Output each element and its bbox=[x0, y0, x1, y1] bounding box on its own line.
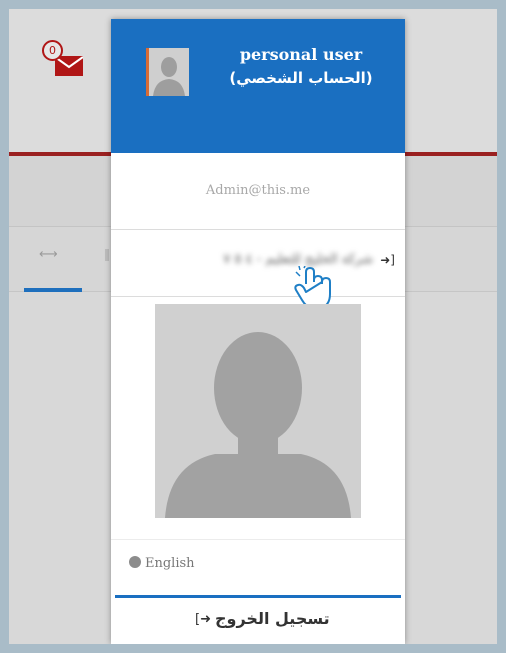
user-email: Admin@this.me bbox=[111, 153, 405, 230]
sign-in-icon: ➜] bbox=[380, 253, 395, 267]
language-switch[interactable]: English bbox=[129, 556, 195, 571]
account-type: (الحساب الشخصي) bbox=[229, 69, 373, 87]
user-menu-dropdown: personal user (الحساب الشخصي) Admin@this… bbox=[111, 19, 405, 644]
switch-account-item[interactable]: ➜] شركة الخليج للتعليم - ٤ ٥ ٧ bbox=[111, 230, 405, 297]
profile-picture[interactable] bbox=[155, 304, 361, 518]
logout-label: تسجيل الخروج bbox=[215, 609, 330, 628]
user-silhouette-icon bbox=[155, 304, 361, 518]
avatar bbox=[146, 48, 189, 96]
user-name: personal user bbox=[239, 45, 363, 64]
app-screen: 0 ⟷ personal user (الحساب الشخصي) Admin@… bbox=[9, 9, 497, 644]
globe-icon bbox=[129, 556, 141, 568]
switch-account-label: شركة الخليج للتعليم - ٤ ٥ ٧ bbox=[223, 252, 373, 267]
divider-accent bbox=[115, 595, 401, 598]
notification-count-badge: 0 bbox=[42, 40, 63, 61]
divider bbox=[111, 539, 405, 540]
logout-button[interactable]: [➜ تسجيل الخروج bbox=[111, 609, 405, 639]
user-menu-header: personal user (الحساب الشخصي) bbox=[111, 19, 405, 153]
language-label: English bbox=[145, 556, 195, 571]
tab-item[interactable] bbox=[105, 249, 109, 261]
user-silhouette-icon bbox=[149, 48, 189, 96]
mail-notification[interactable]: 0 bbox=[42, 40, 86, 80]
sign-out-icon: [➜ bbox=[195, 612, 211, 627]
swap-arrows-icon[interactable]: ⟷ bbox=[39, 247, 58, 262]
mail-icon[interactable] bbox=[55, 56, 83, 76]
